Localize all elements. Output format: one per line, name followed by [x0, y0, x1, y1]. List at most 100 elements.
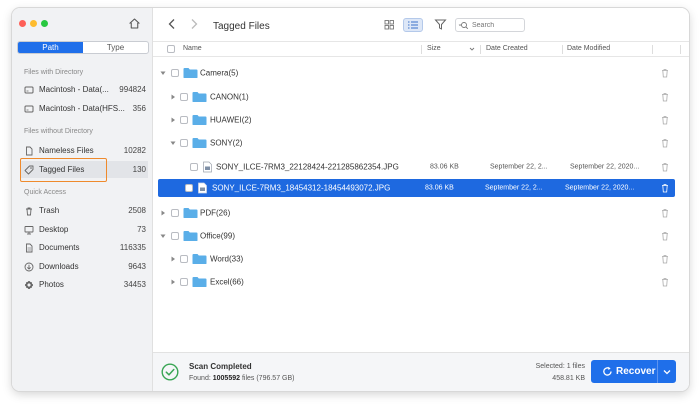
disclosure-triangle-expanded-icon[interactable]: [170, 140, 176, 146]
trash-icon[interactable]: [661, 184, 669, 193]
trash-icon: [26, 207, 32, 215]
trash-icon[interactable]: [661, 278, 669, 287]
trash-icon[interactable]: [661, 139, 669, 148]
trash-icon[interactable]: [661, 232, 669, 241]
trash-icon[interactable]: [661, 163, 669, 172]
row-checkbox[interactable]: [180, 93, 188, 101]
table-row[interactable]: HUAWEI(2): [158, 111, 675, 129]
search-box[interactable]: [455, 18, 525, 32]
sidebar-item-count: 994824: [119, 85, 146, 94]
row-date-modified: September 22, 2020...: [570, 163, 640, 171]
sidebar-item-nameless-files[interactable]: Nameless Files 10282: [20, 142, 148, 159]
table-row[interactable]: Excel(66): [158, 273, 675, 291]
trash-icon[interactable]: [661, 209, 669, 218]
disclosure-triangle-collapsed-icon[interactable]: [170, 256, 176, 262]
folder-icon: [183, 208, 198, 218]
row-name: Office(99): [200, 231, 235, 241]
list-view-icon: [408, 21, 418, 29]
row-checkbox[interactable]: [180, 255, 188, 263]
sidebar-item-label: Photos: [39, 280, 64, 289]
row-checkbox[interactable]: [171, 69, 179, 77]
forward-arrow-icon[interactable]: [189, 18, 199, 30]
row-date-created: September 22, 2...: [485, 184, 543, 192]
tab-path[interactable]: Path: [18, 42, 83, 53]
folder-icon: [192, 92, 207, 102]
table-row[interactable]: SONY(2): [158, 134, 675, 152]
folder-icon: [192, 277, 207, 287]
table-row-selected[interactable]: SONY_ILCE-7RM3_18454312-18454493072.JPG …: [158, 179, 675, 197]
grid-view-icon: [384, 20, 394, 30]
recover-button[interactable]: Recover: [591, 360, 676, 383]
row-size: 83.06 KB: [430, 163, 459, 171]
grid-view-button[interactable]: [379, 18, 399, 32]
sidebar-item-documents[interactable]: Documents 116335: [20, 239, 148, 256]
drive-icon: [24, 86, 34, 93]
minimize-window-button[interactable]: [30, 20, 37, 27]
column-header-name[interactable]: Name: [183, 45, 202, 52]
sidebar-item-macintosh-data-apfs[interactable]: Macintosh - Data(... 994824: [20, 81, 148, 98]
row-checkbox[interactable]: [180, 139, 188, 147]
sidebar-item-count: 130: [132, 165, 146, 174]
disclosure-triangle-expanded-icon[interactable]: [160, 233, 166, 239]
trash-icon[interactable]: [661, 93, 669, 102]
row-checkbox[interactable]: [171, 209, 179, 217]
row-checkbox[interactable]: [180, 116, 188, 124]
close-window-button[interactable]: [19, 20, 26, 27]
row-checkbox[interactable]: [190, 163, 198, 171]
select-all-checkbox[interactable]: [167, 45, 175, 53]
row-size: 83.06 KB: [425, 184, 454, 192]
sidebar-item-photos[interactable]: Photos 34453: [20, 276, 148, 293]
tab-type[interactable]: Type: [83, 42, 148, 53]
image-file-icon: [203, 161, 212, 173]
chevron-down-icon[interactable]: [663, 369, 671, 375]
sidebar-item-label: Desktop: [39, 225, 69, 234]
column-header-date-modified[interactable]: Date Modified: [567, 45, 610, 52]
row-name: Camera(5): [200, 68, 239, 78]
sort-descending-icon[interactable]: [469, 46, 475, 52]
home-icon[interactable]: [128, 17, 141, 30]
list-view-button[interactable]: [403, 18, 423, 32]
filter-icon[interactable]: [434, 18, 447, 31]
folder-icon: [192, 138, 207, 148]
column-separator: [562, 45, 563, 54]
trash-icon[interactable]: [661, 69, 669, 78]
trash-icon[interactable]: [661, 116, 669, 125]
column-header-date-created[interactable]: Date Created: [486, 45, 528, 52]
disclosure-triangle-collapsed-icon[interactable]: [170, 94, 176, 100]
sidebar-item-label: Macintosh - Data(...: [39, 85, 109, 94]
row-date-created: September 22, 2...: [490, 163, 548, 171]
row-checkbox[interactable]: [185, 184, 193, 192]
sidebar-item-downloads[interactable]: Downloads 9643: [20, 258, 148, 275]
found-count: 1005592: [212, 375, 241, 382]
sidebar-item-macintosh-data-hfs[interactable]: Macintosh - Data(HFS... 356: [20, 100, 148, 117]
disclosure-triangle-expanded-icon[interactable]: [160, 70, 166, 76]
disclosure-triangle-collapsed-icon[interactable]: [160, 210, 166, 216]
table-row[interactable]: Word(33): [158, 250, 675, 268]
sidebar-item-desktop[interactable]: Desktop 73: [20, 221, 148, 238]
trash-icon[interactable]: [661, 255, 669, 264]
row-name: Excel(66): [210, 277, 244, 287]
table-row[interactable]: Office(99): [158, 227, 675, 245]
table-row[interactable]: CANON(1): [158, 88, 675, 106]
folder-icon: [183, 231, 198, 241]
disclosure-triangle-collapsed-icon[interactable]: [170, 279, 176, 285]
row-name: HUAWEI(2): [210, 115, 252, 125]
desktop-icon: [24, 225, 34, 234]
sidebar-item-trash[interactable]: Trash 2508: [20, 202, 148, 219]
folder-icon: [192, 115, 207, 125]
window-controls: [19, 20, 48, 27]
column-header: Name Size Date Created Date Modified: [153, 41, 689, 57]
row-checkbox[interactable]: [171, 232, 179, 240]
table-row[interactable]: Camera(5): [158, 64, 675, 82]
sidebar-item-tagged-files[interactable]: Tagged Files 130: [20, 161, 148, 178]
table-row[interactable]: SONY_ILCE-7RM3_22128424-221285862354.JPG…: [158, 158, 675, 176]
row-name: PDF(26): [200, 208, 231, 218]
column-header-size[interactable]: Size: [427, 45, 441, 52]
zoom-window-button[interactable]: [41, 20, 48, 27]
disclosure-triangle-collapsed-icon[interactable]: [170, 117, 176, 123]
row-checkbox[interactable]: [180, 278, 188, 286]
table-row[interactable]: PDF(26): [158, 204, 675, 222]
search-input[interactable]: [472, 21, 520, 29]
download-icon: [24, 262, 34, 271]
back-arrow-icon[interactable]: [167, 18, 177, 30]
